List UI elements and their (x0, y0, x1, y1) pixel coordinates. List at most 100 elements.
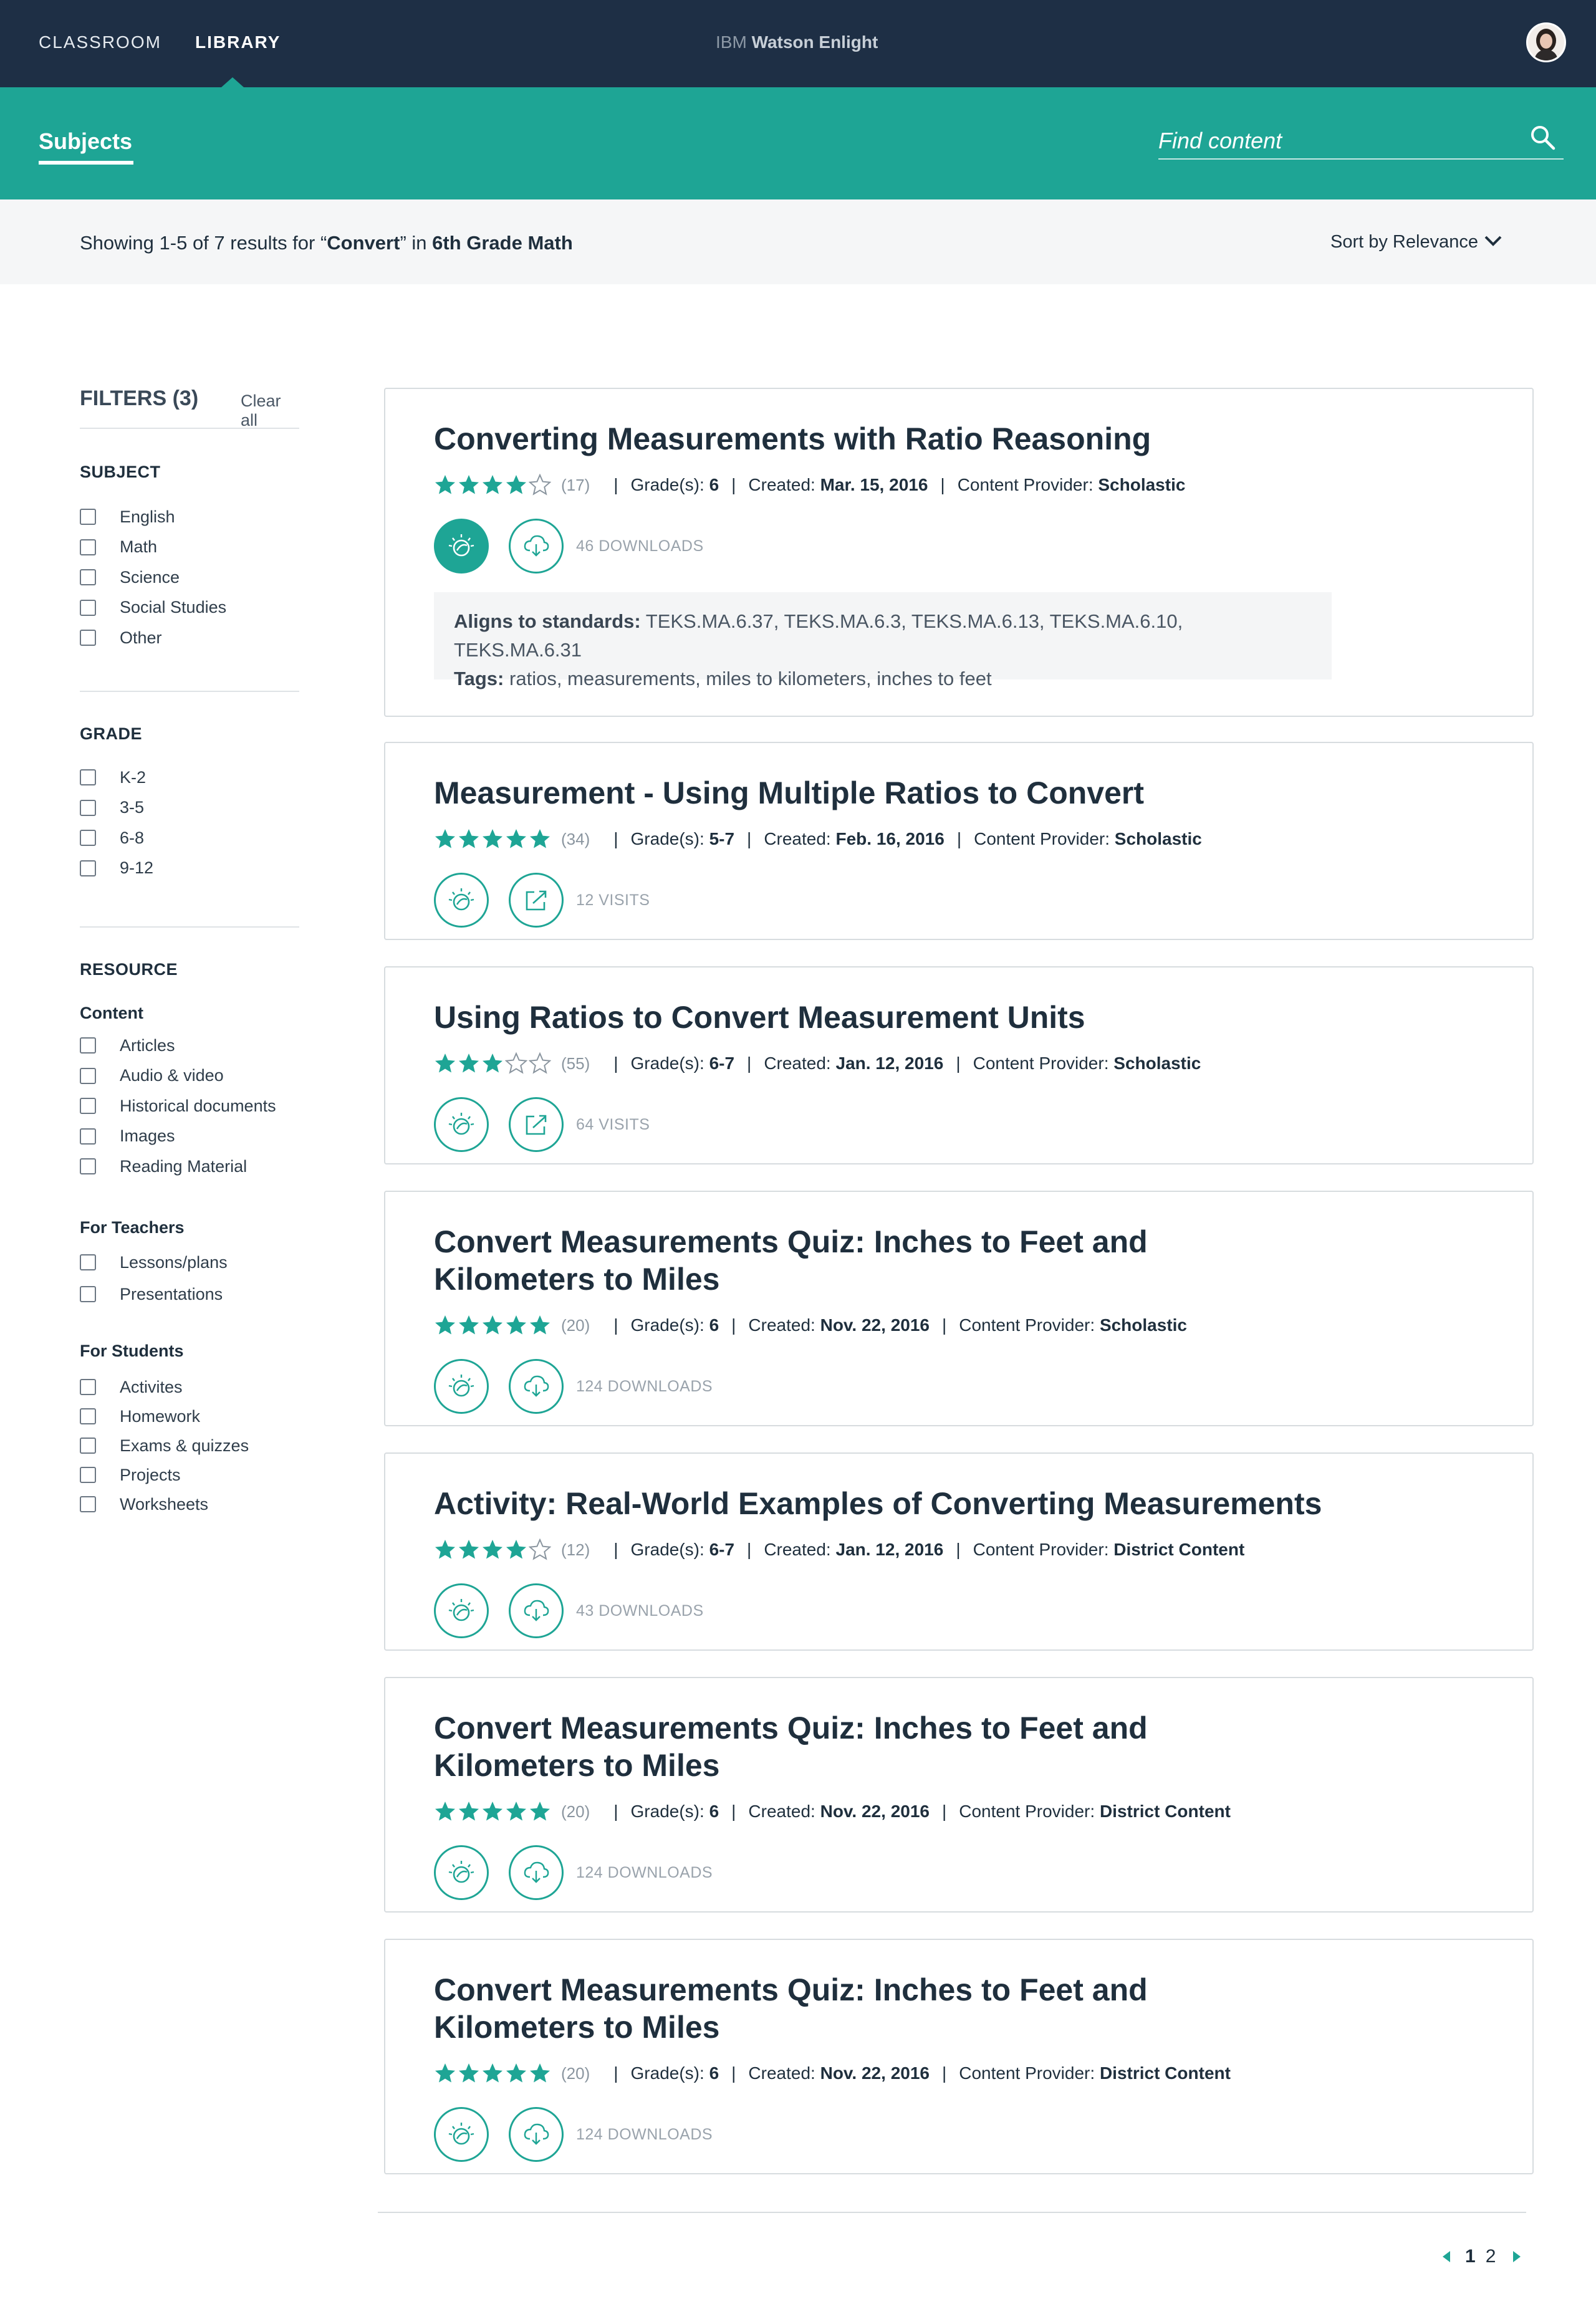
student-resource-filter-option[interactable]: Activites (80, 1376, 183, 1398)
previous-page-icon[interactable] (1443, 2251, 1450, 2262)
subjects-tab[interactable]: Subjects (39, 128, 132, 155)
content-type-filter-option[interactable]: Historical documents (80, 1095, 276, 1116)
result-title[interactable]: Convert Measurements Quiz: Inches to Fee… (434, 1971, 1182, 2046)
checkbox[interactable] (80, 539, 96, 555)
content-type-filter-option[interactable]: Images (80, 1126, 175, 1147)
checkbox[interactable] (80, 1379, 96, 1395)
chevron-down-icon[interactable] (1483, 233, 1504, 249)
subject-filter-option[interactable]: Math (80, 537, 157, 558)
watson-insights-button[interactable] (434, 1097, 489, 1152)
watson-insights-button[interactable] (434, 873, 489, 928)
nav-classroom-link[interactable]: CLASSROOM (39, 32, 161, 52)
checkbox[interactable] (80, 1254, 96, 1270)
content-type-filter-option[interactable]: Reading Material (80, 1156, 247, 1177)
checkbox[interactable] (80, 1128, 96, 1145)
result-card[interactable]: Measurement - Using Multiple Ratios to C… (384, 742, 1534, 940)
result-card[interactable]: Converting Measurements with Ratio Reaso… (384, 388, 1534, 717)
watson-insights-button[interactable] (434, 2107, 489, 2162)
result-title[interactable]: Using Ratios to Convert Measurement Unit… (434, 999, 1431, 1036)
grade-filter-option[interactable]: 3-5 (80, 797, 144, 818)
visit-button[interactable] (509, 873, 564, 928)
teacher-resource-filter-option[interactable]: Presentations (80, 1284, 223, 1305)
search-input[interactable] (1158, 123, 1564, 160)
star-rating (434, 1800, 552, 1823)
nav-library-link[interactable]: LIBRARY (195, 32, 281, 52)
page-1-link[interactable]: 1 (1465, 2246, 1476, 2267)
grade-filter-option[interactable]: K-2 (80, 767, 146, 788)
download-button[interactable] (509, 2107, 564, 2162)
checkbox[interactable] (80, 1158, 96, 1174)
student-resource-filter-option[interactable]: Homework (80, 1406, 200, 1427)
checkbox[interactable] (80, 860, 96, 876)
checkbox[interactable] (80, 799, 96, 816)
student-resource-filter-option[interactable]: Worksheets (80, 1494, 208, 1515)
watson-insights-button[interactable] (434, 519, 489, 574)
subject-filter-option[interactable]: Social Studies (80, 597, 226, 618)
student-resource-filter-option[interactable]: Projects (80, 1464, 181, 1486)
checkbox[interactable] (80, 1098, 96, 1114)
grade-value: 6-7 (709, 1054, 735, 1073)
checkbox[interactable] (80, 830, 96, 846)
star-filled-icon (435, 2063, 455, 2083)
result-card[interactable]: Convert Measurements Quiz: Inches to Fee… (384, 1191, 1534, 1426)
checkbox[interactable] (80, 769, 96, 785)
checkbox[interactable] (80, 569, 96, 585)
search-icon[interactable] (1529, 123, 1559, 153)
result-title[interactable]: Convert Measurements Quiz: Inches to Fee… (434, 1709, 1182, 1784)
result-card[interactable]: Convert Measurements Quiz: Inches to Fee… (384, 1939, 1534, 2174)
filter-option-label: Reading Material (120, 1156, 248, 1176)
students-subgroup-title: For Students (80, 1342, 184, 1360)
result-card[interactable]: Using Ratios to Convert Measurement Unit… (384, 966, 1534, 1164)
watson-insights-button[interactable] (434, 1583, 489, 1638)
result-card[interactable]: Convert Measurements Quiz: Inches to Fee… (384, 1677, 1534, 1913)
meta-separator: | (956, 1054, 961, 1073)
checkbox[interactable] (80, 1286, 96, 1302)
content-type-filter-option[interactable]: Audio & video (80, 1065, 224, 1087)
provider-value: District Content (1113, 1540, 1245, 1559)
visit-button[interactable] (509, 1097, 564, 1152)
subject-group-title: SUBJECT (80, 463, 161, 481)
subject-filter-option[interactable]: Other (80, 627, 162, 648)
download-button[interactable] (509, 1583, 564, 1638)
teacher-resource-filter-option[interactable]: Lessons/plans (80, 1252, 228, 1273)
active-tab-caret (221, 77, 244, 87)
grade-filter-option[interactable]: 9-12 (80, 858, 153, 879)
checkbox[interactable] (80, 1438, 96, 1454)
watson-insights-button[interactable] (434, 1845, 489, 1900)
checkbox[interactable] (80, 1408, 96, 1424)
subject-filter-option[interactable]: English (80, 506, 175, 527)
rating-count: (17) (561, 475, 590, 494)
student-resource-filter-option[interactable]: Exams & quizzes (80, 1435, 249, 1456)
content-type-filter-option[interactable]: Articles (80, 1035, 175, 1056)
watson-insights-button[interactable] (434, 1359, 489, 1414)
download-button[interactable] (509, 1845, 564, 1900)
checkbox[interactable] (80, 1037, 96, 1054)
result-title[interactable]: Measurement - Using Multiple Ratios to C… (434, 774, 1431, 812)
download-count: 124 DOWNLOADS (576, 2126, 713, 2143)
result-title[interactable]: Converting Measurements with Ratio Reaso… (434, 420, 1431, 458)
created-value: Nov. 22, 2016 (820, 1802, 930, 1821)
result-title[interactable]: Convert Measurements Quiz: Inches to Fee… (434, 1223, 1182, 1298)
download-button[interactable] (509, 1359, 564, 1414)
download-button[interactable] (509, 519, 564, 574)
grade-label: Grade(s): (630, 1315, 704, 1335)
checkbox[interactable] (80, 1496, 96, 1512)
meta-separator: | (731, 2063, 736, 2083)
result-title[interactable]: Activity: Real-World Examples of Convert… (434, 1485, 1431, 1522)
checkbox[interactable] (80, 599, 96, 616)
checkbox[interactable] (80, 630, 96, 646)
star-empty-icon (529, 474, 551, 496)
star-filled-icon (506, 2063, 526, 2083)
user-avatar[interactable] (1526, 22, 1566, 62)
checkbox[interactable] (80, 1467, 96, 1483)
sort-dropdown[interactable]: Sort by Relevance (1330, 232, 1478, 252)
subject-filter-option[interactable]: Science (80, 567, 180, 588)
grade-filter-option[interactable]: 6-8 (80, 827, 144, 848)
result-card[interactable]: Activity: Real-World Examples of Convert… (384, 1452, 1534, 1651)
clear-all-link[interactable]: Clear all (241, 391, 299, 430)
next-page-icon[interactable] (1513, 2251, 1521, 2262)
watson-lightbulb-icon (448, 1113, 474, 1135)
checkbox[interactable] (80, 1067, 96, 1084)
checkbox[interactable] (80, 509, 96, 525)
page-2-link[interactable]: 2 (1486, 2246, 1496, 2267)
